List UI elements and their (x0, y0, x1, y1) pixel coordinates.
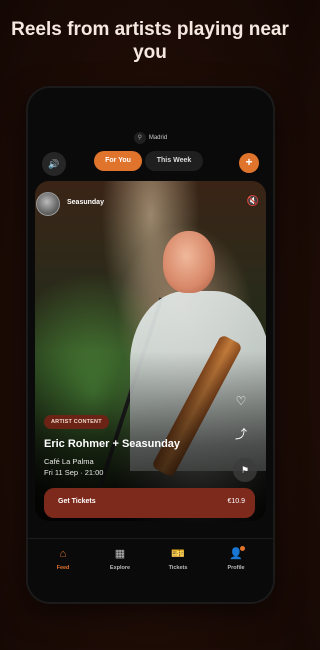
home-icon: ⌂ (59, 548, 67, 560)
tab-this-week[interactable]: This Week (145, 151, 203, 171)
ticket-icon: 🎫 (171, 548, 185, 560)
user-icon: 👤 (229, 548, 243, 560)
performer-head (163, 231, 215, 293)
artist-name[interactable]: Seasunday (67, 199, 104, 206)
grid-icon: ▦ (114, 548, 126, 560)
nav-profile-label: Profile (227, 565, 245, 571)
bottom-nav: ⌂ Feed ▦ Explore 🎫 Tickets 👤 Profile (28, 538, 273, 602)
nav-explore[interactable]: ▦ Explore (100, 547, 140, 571)
status-bar (28, 94, 273, 108)
headline: Reels from artists playing near you (11, 19, 289, 63)
ticket-price: €10.9 (227, 498, 245, 505)
event-date: Fri 11 Sep · 21:00 (44, 468, 104, 477)
heart-icon[interactable]: ♡ (231, 394, 251, 408)
flag-icon[interactable]: ⚑ (233, 458, 257, 482)
share-icon[interactable]: ⤴ (231, 425, 251, 442)
artist-content-badge: ARTIST CONTENT (44, 415, 109, 429)
nav-tickets[interactable]: 🎫 Tickets (158, 547, 198, 571)
phone-frame: ⚲ Madrid 🔊 For You This Week + Seasunday … (28, 88, 273, 602)
pin-icon: ⚲ (133, 132, 146, 144)
location-chip[interactable]: ⚲ Madrid (28, 132, 273, 144)
nav-explore-label: Explore (109, 565, 131, 571)
tab-for-you[interactable]: For You (94, 151, 142, 171)
notification-dot (240, 546, 245, 551)
event-venue: Café La Palma (44, 457, 94, 466)
mute-icon[interactable]: 🔇 (247, 196, 259, 207)
nav-feed[interactable]: ⌂ Feed (43, 547, 83, 571)
nav-tickets-label: Tickets (168, 565, 188, 571)
get-tickets-label: Get Tickets (58, 498, 96, 505)
location-label: Madrid (148, 135, 168, 141)
nav-profile[interactable]: 👤 Profile (216, 546, 256, 571)
nav-feed-label: Feed (56, 565, 70, 571)
avatar[interactable] (36, 192, 60, 216)
sound-icon[interactable]: 🔊 (42, 152, 66, 176)
add-button[interactable]: + (239, 153, 259, 173)
get-tickets-button[interactable]: Get Tickets €10.9 (44, 488, 255, 518)
event-title[interactable]: Eric Rohmer + Seasunday (44, 438, 180, 450)
